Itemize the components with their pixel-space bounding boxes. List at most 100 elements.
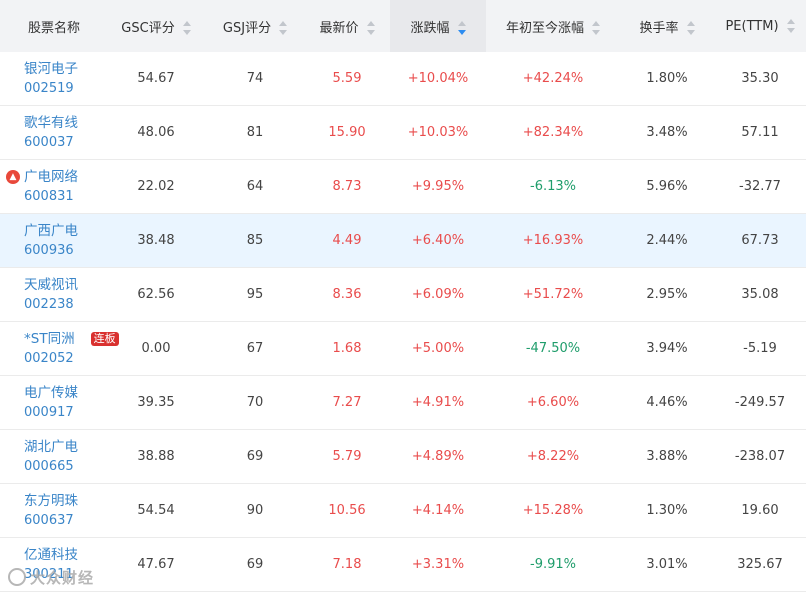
stock-name-cell[interactable]: 东方明珠 600637 xyxy=(0,483,106,538)
latest-price: 10.56 xyxy=(304,483,390,538)
table-row[interactable]: 亿通科技 300211 47.67 69 7.18 +3.31% -9.91% 3.01% 32… xyxy=(0,537,806,592)
table-row[interactable]: *ST同洲 连板 002052 0.00 67 1.68 +5.00% -47.50% 3.94… xyxy=(0,321,806,376)
stock-name-link[interactable]: 亿通科技 xyxy=(24,545,106,565)
col-header-turnover[interactable]: 换手率 xyxy=(620,0,714,52)
gsj-score: 64 xyxy=(206,159,304,214)
change-percent: +10.04% xyxy=(390,52,486,106)
table-row[interactable]: 广西广电 600936 38.48 85 4.49 +6.40% +16.93% 2.44% 6… xyxy=(0,213,806,268)
change-percent: +5.00% xyxy=(390,321,486,376)
table-row[interactable]: 天威视讯 002238 62.56 95 8.36 +6.09% +51.72% 2.95% 3… xyxy=(0,267,806,322)
ytd-change: -47.50% xyxy=(486,321,620,376)
gsc-score: 38.88 xyxy=(106,429,206,484)
stock-name-link[interactable]: 天威视讯 xyxy=(24,275,106,295)
stock-code-link[interactable]: 300211 xyxy=(24,565,106,585)
stock-code-link[interactable]: 600831 xyxy=(24,187,106,207)
col-header-name: 股票名称 xyxy=(0,0,106,52)
stock-code-link[interactable]: 000917 xyxy=(24,403,106,423)
gsj-score: 74 xyxy=(206,52,304,106)
stock-code-link[interactable]: 000665 xyxy=(24,457,106,477)
sort-icon[interactable] xyxy=(279,21,288,35)
stock-name-link[interactable]: *ST同洲 连板 xyxy=(24,329,119,349)
ytd-change: +82.34% xyxy=(486,105,620,160)
pe-ttm: 67.73 xyxy=(714,213,806,268)
change-percent: +4.89% xyxy=(390,429,486,484)
sort-icon[interactable] xyxy=(182,21,191,35)
ytd-change: +6.60% xyxy=(486,375,620,430)
pe-ttm: 57.11 xyxy=(714,105,806,160)
stock-name-link[interactable]: 湖北广电 xyxy=(24,437,106,457)
gsj-score: 69 xyxy=(206,537,304,592)
pe-ttm: -5.19 xyxy=(714,321,806,376)
col-header-gsc[interactable]: GSC评分 xyxy=(106,0,206,52)
change-percent: +4.14% xyxy=(390,483,486,538)
stock-name-cell[interactable]: 银河电子 002519 xyxy=(0,52,106,106)
table-row[interactable]: 歌华有线 600037 48.06 81 15.90 +10.03% +82.34% 3.48… xyxy=(0,105,806,160)
turnover-rate: 2.95% xyxy=(620,267,714,322)
sort-icon[interactable] xyxy=(366,21,375,35)
ytd-change: +8.22% xyxy=(486,429,620,484)
col-header-gsj[interactable]: GSJ评分 xyxy=(206,0,304,52)
table-row[interactable]: 东方明珠 600637 54.54 90 10.56 +4.14% +15.28% 1.30%… xyxy=(0,483,806,538)
ytd-change: -9.91% xyxy=(486,537,620,592)
stock-name-cell[interactable]: 湖北广电 000665 xyxy=(0,429,106,484)
stock-code-link[interactable]: 002519 xyxy=(24,79,106,99)
stock-name-cell[interactable]: 歌华有线 600037 xyxy=(0,105,106,160)
col-header-ytd[interactable]: 年初至今涨幅 xyxy=(486,0,620,52)
stock-name-cell[interactable]: 天威视讯 002238 xyxy=(0,267,106,322)
turnover-rate: 2.44% xyxy=(620,213,714,268)
gsj-score: 85 xyxy=(206,213,304,268)
turnover-rate: 4.46% xyxy=(620,375,714,430)
stock-name-cell[interactable]: 广西广电 600936 xyxy=(0,213,106,268)
stock-code-link[interactable]: 600936 xyxy=(24,241,106,261)
stock-code-link[interactable]: 002052 xyxy=(24,349,106,369)
latest-price: 7.18 xyxy=(304,537,390,592)
turnover-rate: 1.30% xyxy=(620,483,714,538)
gsj-score: 90 xyxy=(206,483,304,538)
sort-icon[interactable] xyxy=(592,21,600,35)
sort-icon[interactable] xyxy=(786,19,795,33)
pe-ttm: -32.77 xyxy=(714,159,806,214)
change-percent: +3.31% xyxy=(390,537,486,592)
stock-name-link[interactable]: 东方明珠 xyxy=(24,491,106,511)
change-percent: +9.95% xyxy=(390,159,486,214)
stock-name-link[interactable]: 广电网络 xyxy=(24,167,106,187)
stock-name-cell[interactable]: ▲ 广电网络 600831 xyxy=(0,159,106,214)
stock-name-cell[interactable]: *ST同洲 连板 002052 xyxy=(0,321,119,376)
change-percent: +6.40% xyxy=(390,213,486,268)
stock-name-link[interactable]: 电广传媒 xyxy=(24,383,106,403)
stock-code-link[interactable]: 002238 xyxy=(24,295,106,315)
col-header-price[interactable]: 最新价 xyxy=(304,0,390,52)
col-header-change[interactable]: 涨跌幅 xyxy=(390,0,486,52)
gsc-score: 38.48 xyxy=(106,213,206,268)
col-header-pe[interactable]: PE(TTM) xyxy=(714,0,806,52)
pe-ttm: 325.67 xyxy=(714,537,806,592)
stock-name-cell[interactable]: 电广传媒 000917 xyxy=(0,375,106,430)
sort-icon[interactable] xyxy=(686,21,695,35)
table-row[interactable]: 电广传媒 000917 39.35 70 7.27 +4.91% +6.60% 4.46% -2… xyxy=(0,375,806,430)
stock-code-link[interactable]: 600037 xyxy=(24,133,106,153)
stock-name-link[interactable]: 广西广电 xyxy=(24,221,106,241)
table-row[interactable]: ▲ 广电网络 600831 22.02 64 8.73 +9.95% -6.13% 5.96% -… xyxy=(0,159,806,214)
pe-ttm: 35.08 xyxy=(714,267,806,322)
sort-desc-active-icon[interactable] xyxy=(457,21,466,35)
limit-up-badge: 连板 xyxy=(90,331,119,346)
stock-name-link[interactable]: 歌华有线 xyxy=(24,113,106,133)
table-row[interactable]: 湖北广电 000665 38.88 69 5.79 +4.89% +8.22% 3.88% -2… xyxy=(0,429,806,484)
pe-ttm: -249.57 xyxy=(714,375,806,430)
gsj-score: 70 xyxy=(206,375,304,430)
gsj-score: 95 xyxy=(206,267,304,322)
turnover-rate: 3.01% xyxy=(620,537,714,592)
gsc-score: 0.00 xyxy=(106,321,206,376)
gsj-score: 67 xyxy=(206,321,304,376)
stock-name-link[interactable]: 银河电子 xyxy=(24,59,106,79)
stock-code-link[interactable]: 600637 xyxy=(24,511,106,531)
gsc-score: 54.67 xyxy=(106,52,206,106)
turnover-rate: 1.80% xyxy=(620,52,714,106)
table-row[interactable]: 银河电子 002519 54.67 74 5.59 +10.04% +42.24% 1.80%… xyxy=(0,52,806,106)
gsc-score: 48.06 xyxy=(106,105,206,160)
turnover-rate: 3.48% xyxy=(620,105,714,160)
gsj-score: 81 xyxy=(206,105,304,160)
turnover-rate: 3.88% xyxy=(620,429,714,484)
change-percent: +10.03% xyxy=(390,105,486,160)
stock-name-cell[interactable]: 亿通科技 300211 xyxy=(0,537,106,592)
